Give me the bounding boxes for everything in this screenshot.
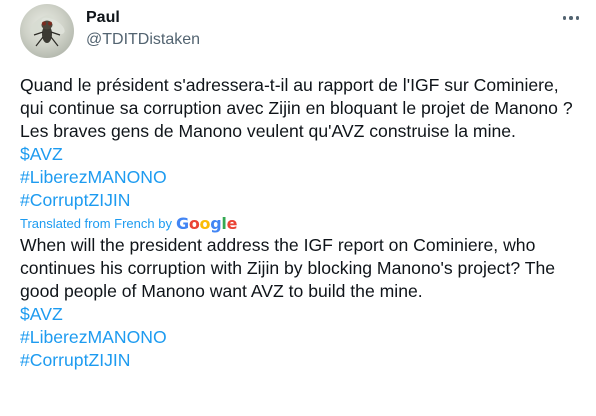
hashtag-liberezmanono[interactable]: #LiberezMANONO (20, 166, 580, 189)
tweet: Paul @TDITDistaken Quand le président s'… (0, 0, 596, 416)
author-handle[interactable]: @TDITDistaken (86, 30, 200, 50)
fly-avatar-icon[interactable] (20, 4, 74, 58)
hashtag-corruptzijin-translated[interactable]: #CorruptZIJIN (20, 349, 580, 372)
translation-attribution[interactable]: Translated from French by Google (20, 215, 580, 233)
more-options-icon[interactable] (560, 8, 582, 28)
google-logo: Google (175, 214, 238, 233)
hashtag-avz[interactable]: $AVZ (20, 143, 580, 166)
hashtag-liberezmanono-translated[interactable]: #LiberezMANONO (20, 326, 580, 349)
translated-section: When will the president address the IGF … (20, 234, 580, 372)
author-display-name[interactable]: Paul (86, 8, 200, 28)
hashtag-corruptzijin[interactable]: #CorruptZIJIN (20, 189, 580, 212)
original-text: Quand le président s'adressera-t-il au r… (20, 75, 573, 141)
translated-text: When will the president address the IGF … (20, 235, 556, 301)
tweet-author[interactable]: Paul @TDITDistaken (86, 8, 200, 50)
hashtag-avz-translated[interactable]: $AVZ (20, 303, 580, 326)
tweet-body: Quand le président s'adressera-t-il au r… (20, 74, 580, 372)
translation-label: Translated from French by (20, 216, 172, 231)
